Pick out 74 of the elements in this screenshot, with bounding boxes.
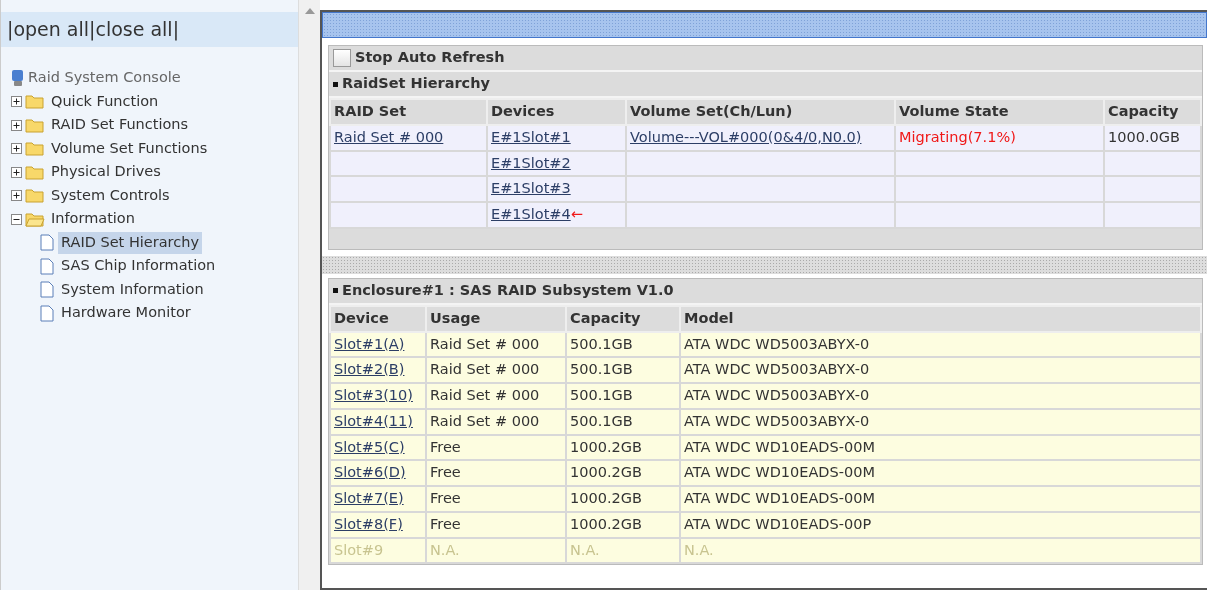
expand-icon[interactable] [11,143,22,155]
tree-item[interactable]: Hardware Monitor [58,302,194,325]
bullet-icon [333,288,338,294]
tree-folder-item[interactable]: Information [48,208,138,231]
capacity: 1000.2GB [570,464,642,481]
tree-root-label[interactable]: Raid System Console [28,67,181,90]
device-link[interactable]: E#1Slot#4 [491,206,571,222]
folder-icon [25,117,45,133]
model: ATA WDC WD10EADS-00M [684,490,875,506]
usage: Raid Set # 000 [430,412,540,429]
column-header: Capacity [1104,99,1201,125]
capacity: 1000.0GB [1108,128,1180,145]
usage: Free [430,438,461,455]
tree-folder-item[interactable]: System Controls [48,184,173,207]
usage: Raid Set # 000 [430,387,540,403]
capacity: 500.1GB [570,361,633,378]
folder-icon [25,164,45,180]
model: ATA WDC WD10EADS-00M [684,438,875,455]
section-title: Enclosure#1 : SAS RAID Subsystem V1.0 [342,280,674,300]
capacity: 500.1GB [570,412,633,429]
usage: N.A. [430,541,460,558]
section-title: RaidSet Hierarchy [342,74,490,94]
column-header: Usage [426,305,566,332]
tree-folder-item[interactable]: RAID Set Functions [48,114,192,137]
column-header: RAID Set [330,99,487,125]
model: ATA WDC WD5003ABYX-0 [684,335,870,352]
capacity: 1000.2GB [570,438,642,455]
expand-icon[interactable] [11,96,22,108]
capacity: 1000.2GB [570,515,642,532]
page-icon [39,257,55,275]
tree-item[interactable]: RAID Set Hierarchy [58,231,202,254]
folder-icon [25,141,45,157]
column-header: Devices [487,99,626,125]
tree-folder-item[interactable]: Volume Set Functions [48,137,211,160]
usage: Free [430,490,461,506]
tree-folder-item[interactable]: Quick Function [48,90,162,113]
page-icon [39,304,55,322]
page-icon [39,234,55,252]
checkbox-label: Stop Auto Refresh [355,48,505,68]
usage: Free [430,515,461,532]
model: ATA WDC WD10EADS-00M [684,464,875,481]
usage: Raid Set # 000 [430,361,540,378]
volume-state: Migrating(7.1%) [899,128,1016,145]
column-header: Device [330,305,426,332]
open-folder-icon [25,211,45,227]
expand-icon[interactable] [11,190,22,202]
computer-icon [11,69,25,88]
expand-icon[interactable] [11,119,22,131]
column-header: Model [680,305,1201,332]
capacity: N.A. [570,541,600,558]
folder-icon [25,188,45,204]
tree-folder-item[interactable]: Physical Drives [48,161,164,184]
capacity: 500.1GB [570,387,633,403]
tree-item[interactable]: SAS Chip Information [58,255,219,278]
column-header: Volume Set(Ch/Lun) [626,99,895,125]
model: ATA WDC WD5003ABYX-0 [684,361,870,378]
model: N.A. [684,541,714,558]
tree-item[interactable]: System Information [58,278,207,301]
capacity: 1000.2GB [570,490,642,506]
capacity: 500.1GB [570,335,633,352]
column-header: Capacity [566,305,680,332]
column-header: Volume State [895,99,1104,125]
checkbox[interactable] [333,49,351,67]
usage: Raid Set # 000 [430,335,540,352]
usage: Free [430,464,461,481]
folder-icon [25,94,45,110]
model: ATA WDC WD5003ABYX-0 [684,387,870,403]
collapse-icon[interactable] [11,213,22,225]
page-icon [39,281,55,299]
expand-icon[interactable] [11,166,22,178]
arrow-marker: ← [570,206,583,222]
model: ATA WDC WD10EADS-00P [684,515,872,532]
model: ATA WDC WD5003ABYX-0 [684,412,870,429]
bullet-icon [333,81,338,87]
